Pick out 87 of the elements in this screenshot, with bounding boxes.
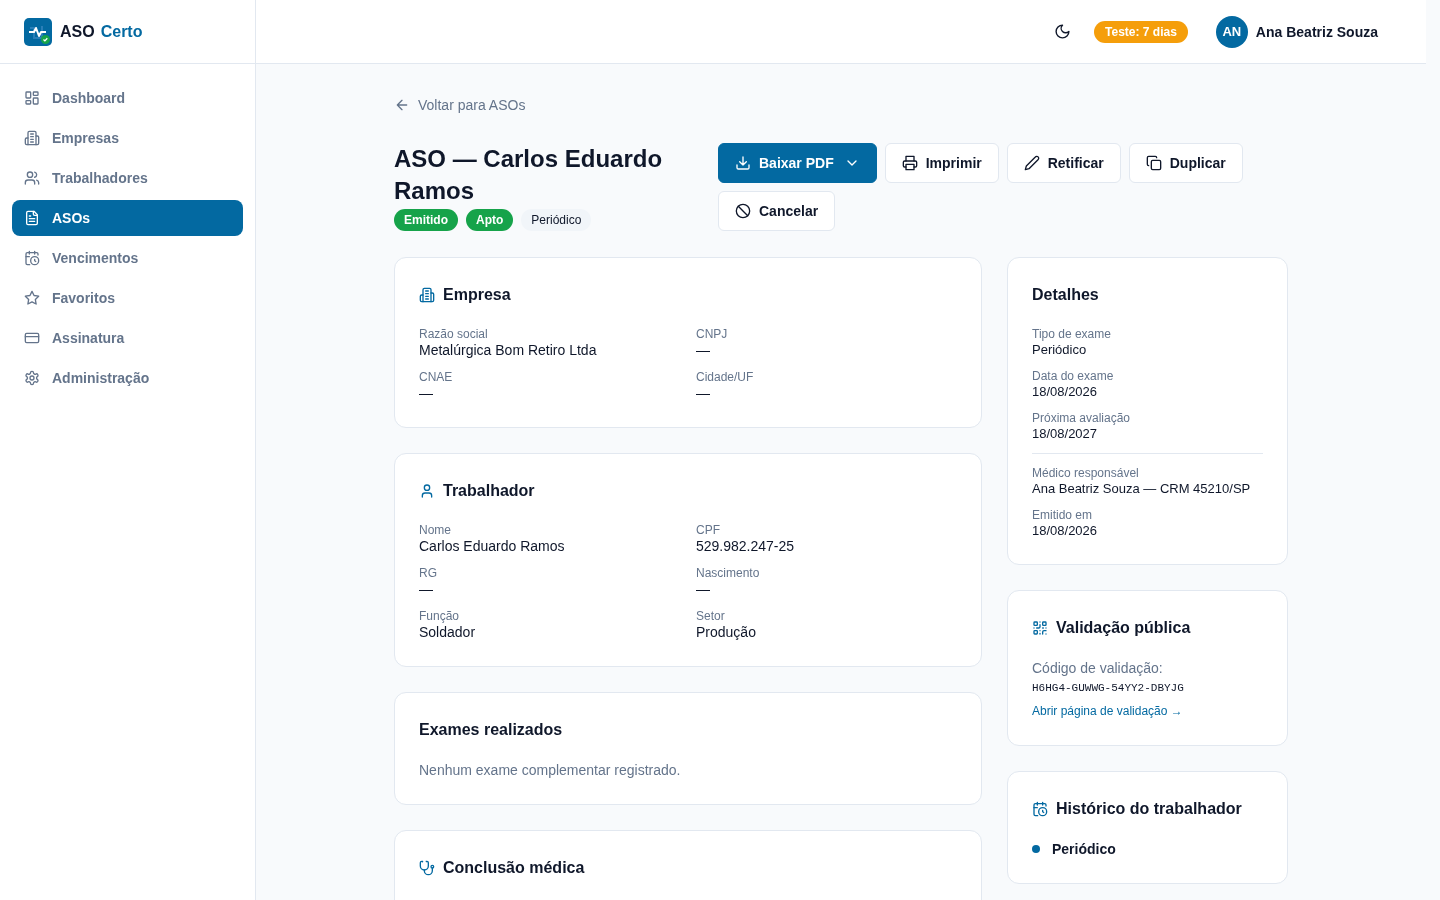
field-value: —: [696, 581, 711, 597]
field-value: 18/08/2026: [1032, 384, 1099, 399]
field-value: 529.982.247-25: [696, 538, 796, 554]
qr-code-icon: [1032, 620, 1048, 636]
field-label: Função: [419, 609, 461, 623]
action-button[interactable]: Duplicar: [1128, 143, 1243, 183]
validation-label: Código de validação:: [1032, 660, 1164, 676]
ban-icon: [735, 203, 751, 219]
field-label: Cidade/UF: [696, 370, 755, 384]
field-label: CNPJ: [696, 327, 729, 341]
back-arrow-icon: [394, 97, 410, 113]
history-item[interactable]: Periódico: [1052, 841, 1116, 857]
validation-code: H6HG4-GUWWG-54YY2-DBYJG: [1032, 682, 1185, 694]
sidebar-item[interactable]: ASOs: [12, 200, 243, 236]
action-button[interactable]: Imprimir: [884, 143, 999, 183]
printer-icon: [901, 155, 918, 171]
building-icon: [419, 287, 435, 303]
back-link[interactable]: Voltar para ASOs: [394, 97, 526, 113]
user-icon: [419, 483, 435, 499]
calendar-clock-icon: [1032, 801, 1048, 817]
moon-icon[interactable]: [1053, 23, 1071, 40]
card-title: Conclusão médica: [443, 859, 585, 877]
field-value: Periódico: [1032, 342, 1088, 357]
users-icon: [24, 170, 40, 186]
status-badge: Periódico: [521, 209, 592, 231]
card-title: Histórico do trabalhador: [1056, 800, 1242, 818]
building-icon: [24, 130, 40, 146]
field-value: —: [696, 385, 711, 401]
field-label: Data do exame: [1032, 369, 1115, 383]
sidebar-item[interactable]: Vencimentos: [12, 240, 243, 276]
status-badge: Apto: [466, 209, 514, 231]
timeline-dot: [1032, 845, 1040, 853]
field-label: Nome: [419, 523, 452, 537]
field-label: RG: [419, 566, 438, 580]
grid-icon: [24, 90, 40, 106]
field-label: Emitido em: [1032, 508, 1094, 522]
field-label: CNAE: [419, 370, 454, 384]
field-value: —: [419, 581, 434, 597]
user-name[interactable]: Ana Beatriz Souza: [1255, 23, 1378, 40]
card-title: Trabalhador: [443, 482, 535, 500]
trial-badge: Teste: 7 dias: [1094, 20, 1188, 43]
sidebar-item[interactable]: Administração: [12, 360, 243, 396]
field-value: Produção: [696, 624, 757, 640]
action-button[interactable]: Cancelar: [718, 191, 836, 231]
calendar-clock-icon: [24, 250, 40, 266]
field-label: Setor: [696, 609, 726, 623]
app-name-accent: Certo: [100, 22, 143, 41]
settings-icon: [24, 370, 40, 386]
field-value: —: [419, 385, 434, 401]
logo-icon: [24, 17, 52, 46]
action-button[interactable]: Retificar: [1006, 143, 1121, 183]
page-title: ASO — Carlos Eduardo Ramos: [394, 144, 664, 206]
stethoscope-icon: [419, 860, 435, 876]
document-icon: [24, 210, 40, 226]
field-label: CPF: [696, 523, 721, 537]
field-value: 18/08/2027: [1032, 426, 1099, 441]
empty-message: Nenhum exame complementar registrado.: [419, 762, 682, 778]
download-icon: [735, 155, 751, 171]
sidebar-item[interactable]: Trabalhadores: [12, 160, 243, 196]
field-label: Tipo de exame: [1032, 327, 1112, 341]
field-value: Ana Beatriz Souza — CRM 45210/SP: [1032, 481, 1252, 496]
card-title: Detalhes: [1032, 286, 1099, 304]
card-title: Exames realizados: [419, 721, 563, 739]
sidebar-item[interactable]: Empresas: [12, 120, 243, 156]
credit-card-icon: [24, 330, 40, 346]
sidebar-item[interactable]: Dashboard: [12, 80, 243, 116]
pencil-icon: [1023, 155, 1040, 171]
copy-icon: [1145, 155, 1162, 171]
sidebar-item[interactable]: Favoritos: [12, 280, 243, 316]
field-label: Nascimento: [696, 566, 761, 580]
field-value: Soldador: [419, 624, 477, 640]
action-button[interactable]: Baixar PDF: [718, 143, 877, 183]
card-title: Empresa: [443, 286, 511, 304]
app-name: ASO: [60, 22, 95, 41]
field-label: Médico responsável: [1032, 466, 1140, 480]
field-value: Carlos Eduardo Ramos: [419, 538, 566, 554]
validation-link[interactable]: Abrir página de validação →: [1032, 704, 1183, 718]
field-value: Metalúrgica Bom Retiro Ltda: [419, 342, 598, 358]
star-icon: [24, 290, 40, 306]
field-value: —: [696, 342, 711, 358]
status-badge: Emitido: [394, 209, 458, 231]
field-value: 18/08/2026: [1032, 523, 1099, 538]
field-label: Razão social: [419, 327, 489, 341]
sidebar-item[interactable]: Assinatura: [12, 320, 243, 356]
user-avatar[interactable]: AN: [1215, 15, 1248, 48]
field-label: Próxima avaliação: [1032, 411, 1132, 425]
card-title: Validação pública: [1056, 619, 1191, 637]
